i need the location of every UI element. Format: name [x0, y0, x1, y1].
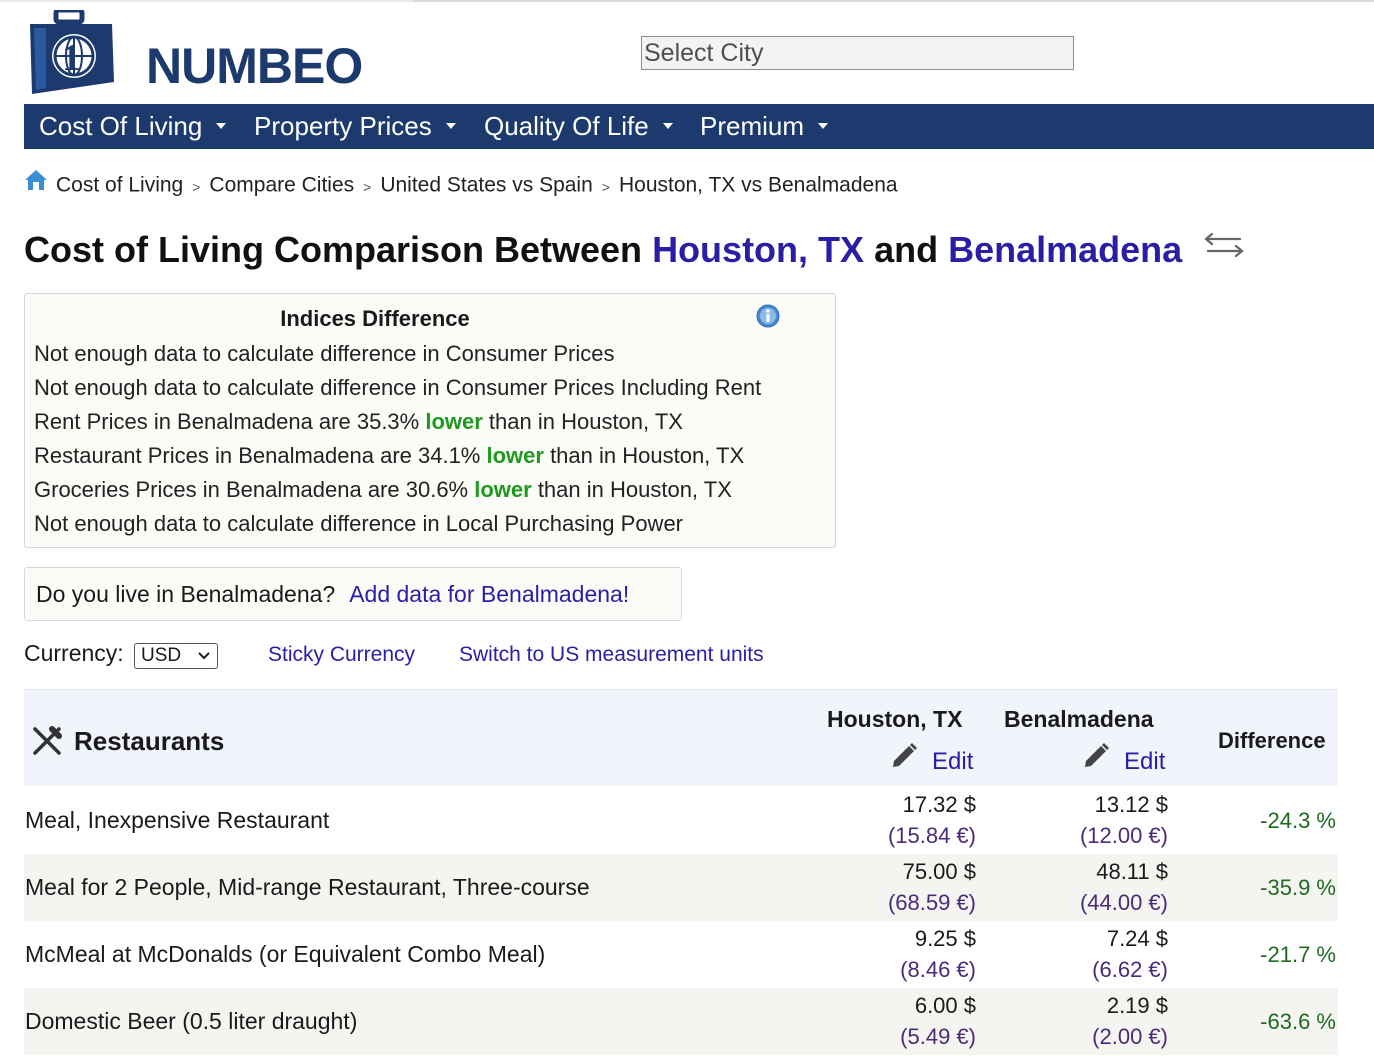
lower-badge: lower [425, 409, 483, 434]
indices-line: Restaurant Prices in Benalmadena are 34.… [34, 443, 745, 468]
indices-line: Not enough data to calculate difference … [34, 375, 762, 400]
breadcrumb-current: Houston, TX vs Benalmadena [618, 173, 898, 197]
column-city-2: Benalmadena [1004, 706, 1154, 732]
edit-label: Edit [1124, 747, 1166, 775]
numbeo-logo[interactable]: 1 NUMBEO [26, 7, 363, 96]
breadcrumb-separator: > [601, 178, 610, 195]
caret-down-icon [445, 123, 456, 130]
breadcrumb-separator: > [192, 178, 201, 195]
indices-line: Not enough data to calculate difference … [34, 511, 684, 536]
nav-label: Quality Of Life [484, 111, 649, 141]
price-city-1: 6.00 $ (5.49 €) [900, 993, 976, 1049]
price-city-1: 17.32 $ (15.84 €) [887, 792, 976, 848]
info-icon[interactable] [756, 304, 780, 333]
price-difference: -35.9 % [1260, 875, 1336, 900]
swap-cities-icon[interactable] [1204, 226, 1244, 270]
svg-text:1: 1 [62, 37, 81, 79]
breadcrumb-countries[interactable]: United States vs Spain [380, 174, 592, 197]
table-row: Meal for 2 People, Mid-range Restaurant,… [24, 854, 1338, 921]
nav-quality-of-life[interactable]: Quality Of Life [484, 104, 673, 149]
price-city-2: 48.11 $ (44.00 €) [1079, 859, 1168, 915]
nav-label: Premium [700, 111, 805, 141]
us-units-link[interactable]: Switch to US measurement units [459, 643, 764, 667]
item-name: Meal for 2 People, Mid-range Restaurant,… [25, 874, 590, 900]
price-city-2: 2.19 $ (2.00 €) [1092, 993, 1168, 1049]
home-icon[interactable] [24, 169, 48, 197]
caret-down-icon [662, 123, 673, 130]
price-city-1: 9.25 $ (8.46 €) [900, 926, 976, 982]
suitcase-globe-icon: 1 [30, 7, 114, 94]
table-row: Domestic Beer (0.5 liter draught) 6.00 $… [24, 988, 1338, 1055]
sticky-currency-link[interactable]: Sticky Currency [268, 643, 415, 667]
contribute-question: Do you live in Benalmadena? [36, 581, 336, 607]
lower-badge: lower [474, 477, 532, 502]
price-difference: -24.3 % [1260, 808, 1336, 833]
title-city-1[interactable]: Houston, TX [652, 229, 864, 270]
column-difference: Difference [1218, 728, 1326, 753]
breadcrumb: Cost of Living > Compare Cities > United Sta… [24, 169, 898, 208]
nav-cost-of-living[interactable]: Cost Of Living [39, 104, 227, 149]
top-border [0, 0, 1374, 2]
currency-select[interactable]: USD [134, 643, 218, 669]
title-joiner: and [874, 229, 939, 270]
breadcrumb-compare-cities[interactable]: Compare Cities [209, 174, 354, 197]
add-data-link[interactable]: Add data for Benalmadena! [349, 581, 629, 607]
table-header: Restaurants Houston, TX Benalmadena Edit… [24, 689, 1338, 786]
indices-line: Groceries Prices in Benalmadena are 30.6… [34, 477, 732, 502]
title-city-2[interactable]: Benalmadena [948, 229, 1182, 270]
item-name: Domestic Beer (0.5 liter draught) [25, 1008, 358, 1034]
table-row: Meal, Inexpensive Restaurant 17.32 $ (15.… [24, 787, 1338, 854]
chevron-down-icon [198, 652, 210, 660]
nav-property-prices[interactable]: Property Prices [254, 104, 456, 149]
currency-label: Currency: [24, 640, 124, 666]
indices-heading: Indices Difference [280, 306, 470, 331]
price-difference: -21.7 % [1260, 942, 1336, 967]
caret-down-icon [216, 123, 227, 130]
item-name: Meal, Inexpensive Restaurant [25, 807, 330, 833]
caret-down-icon [818, 123, 829, 130]
logo-wordmark: NUMBEO [146, 38, 363, 94]
breadcrumb-separator: > [363, 178, 372, 195]
price-city-2: 13.12 $ (12.00 €) [1079, 792, 1168, 848]
main-nav: Cost Of Living Property Prices Quality O… [24, 104, 1374, 149]
indices-line: Rent Prices in Benalmadena are 35.3% low… [34, 409, 683, 434]
indices-difference-box: Indices Difference Not enough data to ca… [24, 293, 836, 548]
select-city-input[interactable] [641, 36, 1074, 70]
edit-label: Edit [932, 747, 974, 775]
lower-badge: lower [486, 443, 544, 468]
price-difference: -63.6 % [1260, 1009, 1336, 1034]
table-row: McMeal at McDonalds (or Equivalent Combo… [24, 921, 1338, 988]
contribute-box: Do you live in Benalmadena? Add data for … [24, 567, 682, 621]
edit-city-1-button[interactable]: Edit [890, 742, 974, 780]
currency-row: Currency: USD Sticky Currency Switch to … [24, 640, 824, 672]
pencil-icon [1082, 742, 1110, 777]
page-title: Cost of Living Comparison Between Housto… [24, 228, 1244, 274]
currency-selected: USD [141, 645, 182, 666]
pencil-icon [890, 742, 918, 777]
fork-knife-icon [32, 726, 62, 761]
title-prefix: Cost of Living Comparison Between [24, 229, 643, 270]
price-city-2: 7.24 $ (6.62 €) [1092, 926, 1168, 982]
price-city-1: 75.00 $ (68.59 €) [887, 859, 976, 915]
category-title: Restaurants [74, 726, 225, 756]
item-name: McMeal at McDonalds (or Equivalent Combo… [25, 941, 546, 967]
nav-label: Property Prices [254, 111, 432, 141]
breadcrumb-cost-of-living[interactable]: Cost of Living [56, 174, 183, 197]
edit-city-2-button[interactable]: Edit [1082, 742, 1166, 780]
indices-line: Not enough data to calculate difference … [34, 341, 615, 366]
column-city-1: Houston, TX [827, 706, 963, 732]
nav-label: Cost Of Living [39, 111, 203, 141]
nav-premium[interactable]: Premium [700, 104, 829, 149]
